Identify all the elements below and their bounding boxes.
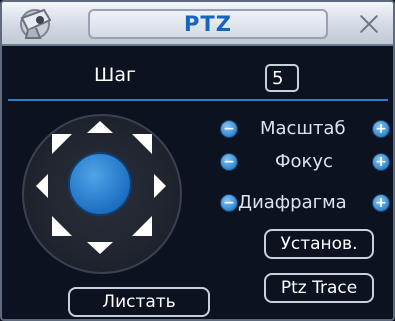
iris-label: Диафрагма	[238, 192, 347, 213]
page-button[interactable]: Листать	[68, 287, 210, 317]
ptz-trace-button[interactable]: Ptz Trace	[264, 273, 374, 303]
iris-plus-button[interactable]: +	[372, 194, 390, 212]
title-bar: PTZ	[2, 2, 393, 46]
pan-right-arrow-icon[interactable]	[154, 174, 166, 198]
pan-left-arrow-icon[interactable]	[36, 174, 48, 198]
step-label: Шаг	[94, 64, 136, 86]
camera-logo-icon	[20, 8, 52, 39]
divider	[8, 99, 388, 101]
setup-button[interactable]: Установ.	[264, 229, 374, 259]
pan-down-arrow-icon[interactable]	[87, 242, 113, 254]
focus-label: Фокус	[275, 151, 333, 172]
iris-minus-button[interactable]: −	[220, 194, 238, 212]
step-input[interactable]	[265, 64, 299, 92]
zoom-minus-button[interactable]: −	[220, 120, 238, 138]
ptz-dialog: PTZ Шаг − Масштаб + − Фокус + − Диафрагм…	[0, 0, 395, 321]
joystick-center-button[interactable]	[68, 152, 132, 216]
focus-minus-button[interactable]: −	[220, 153, 238, 171]
close-button[interactable]	[355, 10, 383, 38]
zoom-plus-button[interactable]: +	[372, 120, 390, 138]
focus-plus-button[interactable]: +	[372, 153, 390, 171]
zoom-label: Масштаб	[260, 118, 346, 139]
window-title: PTZ	[88, 9, 328, 39]
pan-up-arrow-icon[interactable]	[87, 121, 113, 133]
